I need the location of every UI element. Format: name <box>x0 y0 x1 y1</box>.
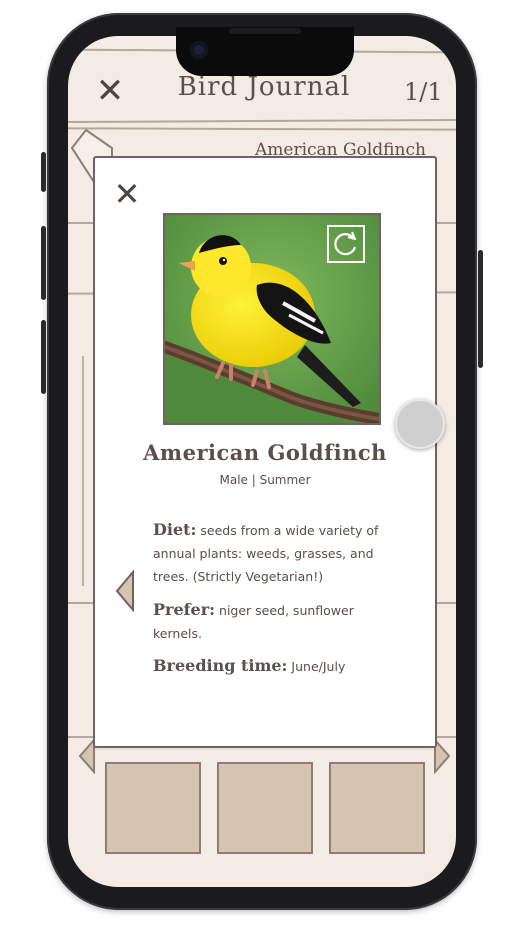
mute-switch <box>41 152 46 192</box>
left-arrow-icon[interactable] <box>115 570 135 612</box>
photo-slot-2[interactable] <box>217 762 313 854</box>
rotate-photo-button[interactable] <box>327 225 365 263</box>
close-icon: ✕ <box>113 175 141 213</box>
journal-close-button[interactable]: ✕ <box>92 73 128 109</box>
card-close-button[interactable]: ✕ <box>109 176 145 212</box>
bird-subtitle: Male | Summer <box>219 473 311 487</box>
page-indicator: 1/1 <box>404 78 443 106</box>
diet-info: Diet: seeds from a wide variety of annua… <box>153 518 393 588</box>
earpiece <box>229 28 301 34</box>
rule-line <box>68 127 456 131</box>
touch-indicator <box>395 399 445 449</box>
close-icon: ✕ <box>95 71 125 111</box>
page-title: Bird Journal <box>177 72 351 102</box>
photo-slot-3[interactable] <box>329 762 425 854</box>
rotate-icon <box>334 231 357 256</box>
photo-slot-1[interactable] <box>105 762 201 854</box>
diet-label: Diet: <box>153 520 197 539</box>
bird-name: American Goldfinch <box>143 440 387 465</box>
rule-line <box>68 118 456 124</box>
rule-line <box>82 356 84 586</box>
bird-photo <box>163 213 381 425</box>
prefer-label: Prefer: <box>153 600 216 619</box>
bird-detail-card: ✕ American Goldfinch Male | Summer Diet:… <box>93 156 437 748</box>
breeding-text: June/July <box>287 659 346 674</box>
breeding-label: Breeding time: <box>153 656 288 675</box>
volume-up-button <box>41 226 46 300</box>
prefer-info: Prefer: niger seed, sunflower kernels. <box>153 598 393 645</box>
front-camera <box>190 41 208 59</box>
breeding-info: Breeding time: June/July <box>153 654 393 678</box>
volume-down-button <box>41 320 46 394</box>
power-button <box>478 250 483 368</box>
